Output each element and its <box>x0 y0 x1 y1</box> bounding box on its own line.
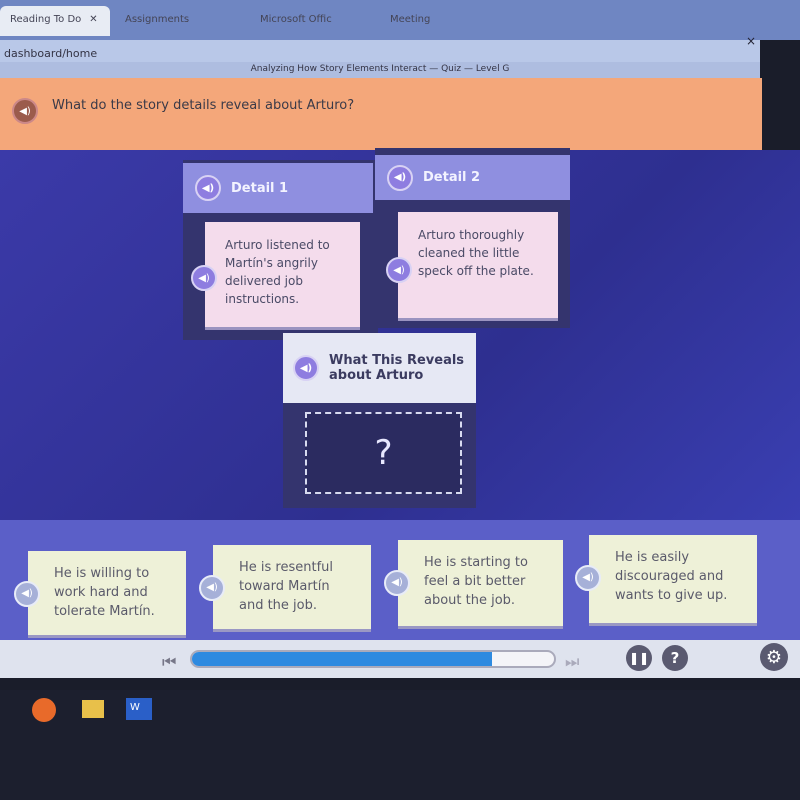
answer-card[interactable]: ◀) He is resentful toward Martín and the … <box>199 545 371 629</box>
answer-card[interactable]: ◀) He is willing to work hard and tolerat… <box>14 551 186 635</box>
tab-microsoft-office[interactable]: Microsoft Offic <box>250 6 370 36</box>
browser-tab-bar: Reading To Do ✕ Assignments Microsoft Off… <box>0 0 800 40</box>
answer-drop-zone[interactable]: ? <box>305 412 462 494</box>
speaker-icon[interactable]: ◀) <box>14 581 40 607</box>
detail-2-card: Arturo thoroughly cleaned the little spe… <box>398 212 558 318</box>
answer-text: He is starting to feel a bit better abou… <box>424 555 528 608</box>
speaker-icon[interactable]: ◀) <box>12 98 38 124</box>
detail-title: Detail 1 <box>231 180 289 196</box>
tab-label: Assignments <box>125 14 190 25</box>
progress-bar <box>190 650 556 668</box>
speaker-icon[interactable]: ◀) <box>387 164 413 191</box>
help-icon[interactable]: ? <box>662 645 688 671</box>
skip-forward-icon[interactable]: ⏭ <box>565 652 579 672</box>
tab-assignments[interactable]: Assignments <box>115 6 240 36</box>
close-icon[interactable]: × <box>746 34 756 48</box>
address-bar[interactable]: dashboard/home <box>0 40 760 64</box>
answer-card[interactable]: ◀) He is starting to feel a bit better ab… <box>384 540 563 626</box>
detail-1-card: Arturo listened to Martín's angrily deli… <box>205 222 360 327</box>
file-explorer-icon[interactable] <box>82 700 104 718</box>
speaker-icon[interactable]: ◀) <box>195 175 221 201</box>
tab-label: Reading To Do <box>10 14 82 25</box>
pause-icon[interactable]: ❚❚ <box>626 645 652 671</box>
detail-title: Detail 2 <box>423 170 481 185</box>
speaker-icon[interactable]: ◀) <box>293 355 319 381</box>
word-icon[interactable]: W <box>126 698 152 720</box>
question-text: What do the story details reveal about A… <box>52 98 355 113</box>
reveal-header: ◀) What This Reveals about Arturo <box>283 333 476 403</box>
speaker-icon[interactable]: ◀) <box>384 570 410 596</box>
close-icon[interactable]: ✕ <box>89 14 97 28</box>
speaker-icon[interactable]: ◀) <box>386 257 412 283</box>
skip-back-icon[interactable]: ⏮ <box>162 652 176 672</box>
speaker-icon[interactable]: ◀) <box>199 575 225 601</box>
answer-text: He is willing to work hard and tolerate … <box>54 566 155 619</box>
gear-icon[interactable]: ⚙ <box>760 643 788 671</box>
firefox-icon[interactable] <box>32 698 56 722</box>
answer-card[interactable]: ◀) He is easily discouraged and wants to … <box>575 535 757 623</box>
answer-text: He is resentful toward Martín and the jo… <box>239 560 334 613</box>
taskbar: W <box>0 690 800 800</box>
detail-1-header: ◀) Detail 1 <box>183 163 373 213</box>
answer-text: He is easily discouraged and wants to gi… <box>615 550 728 603</box>
detail-text: Arturo listened to Martín's angrily deli… <box>225 238 330 306</box>
tab-meeting[interactable]: Meeting <box>380 6 490 36</box>
tab-label: Microsoft Offic <box>260 14 332 25</box>
question-bar: ◀) What do the story details reveal abou… <box>0 78 762 150</box>
speaker-icon[interactable]: ◀) <box>575 565 601 591</box>
detail-2-header: ◀) Detail 2 <box>375 155 570 200</box>
speaker-icon[interactable]: ◀) <box>191 265 217 291</box>
detail-text: Arturo thoroughly cleaned the little spe… <box>418 228 534 278</box>
progress-fill <box>192 652 493 666</box>
reveal-title: What This Reveals about Arturo <box>329 353 465 383</box>
tab-label: Meeting <box>390 14 431 25</box>
tab-reading-to-do[interactable]: Reading To Do ✕ <box>0 6 110 36</box>
